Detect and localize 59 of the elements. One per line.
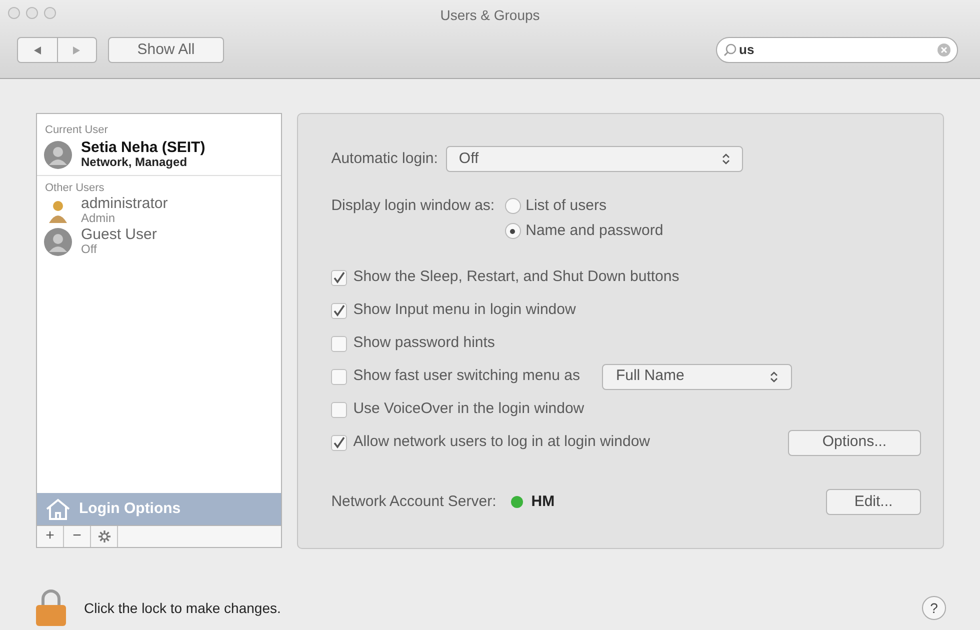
checkbox[interactable] bbox=[331, 270, 348, 286]
checkbox-label: Show fast user switching menu as bbox=[353, 366, 580, 386]
checkbox[interactable] bbox=[331, 336, 348, 352]
user-item[interactable]: Setia Neha (SEIT) Network, Managed bbox=[37, 138, 212, 170]
checkbox-label: Show the Sleep, Restart, and Shut Down buttons bbox=[353, 267, 680, 288]
radio-button[interactable] bbox=[504, 223, 521, 239]
server-name: HM bbox=[531, 492, 555, 512]
edit-button[interactable]: Edit... bbox=[826, 489, 921, 515]
checkbox[interactable] bbox=[331, 368, 348, 384]
checkbox[interactable] bbox=[331, 402, 348, 418]
options-button[interactable]: Options... bbox=[788, 430, 921, 456]
automatic-login-popup[interactable]: Off bbox=[446, 146, 743, 172]
show-all-button[interactable]: Show All bbox=[108, 37, 224, 63]
minimize-window-button[interactable] bbox=[26, 7, 38, 19]
zoom-window-button[interactable] bbox=[44, 7, 56, 19]
back-button[interactable] bbox=[17, 37, 58, 63]
user-name: Setia Neha (SEIT) bbox=[81, 140, 206, 154]
user-item[interactable]: administrator Admin bbox=[37, 196, 174, 226]
back-icon bbox=[32, 46, 42, 54]
checkbox[interactable] bbox=[331, 302, 348, 318]
radio-label: Name and password bbox=[526, 221, 664, 241]
user-detail: Off bbox=[81, 242, 98, 256]
radio-label: List of users bbox=[526, 196, 606, 216]
list-button[interactable]: − bbox=[64, 526, 91, 547]
help-button[interactable]: ? bbox=[922, 596, 946, 620]
gear-icon bbox=[98, 530, 110, 543]
user-name: administrator bbox=[81, 197, 168, 211]
forward-button[interactable] bbox=[58, 37, 97, 63]
checkbox-label: Allow network users to log in at login window bbox=[353, 432, 650, 452]
lock-message: Click the lock to make changes. bbox=[84, 598, 281, 618]
user-detail: Network, Managed bbox=[81, 154, 188, 168]
checkbox-label: Show password hints bbox=[353, 333, 495, 354]
user-name: Guest User bbox=[81, 228, 157, 242]
display-login-label: Display login window as: bbox=[331, 196, 495, 216]
list-button[interactable]: + bbox=[37, 526, 64, 547]
section-heading: Current User bbox=[44, 123, 109, 138]
user-figure-icon bbox=[46, 198, 70, 224]
house-icon bbox=[45, 498, 71, 520]
user-switching-popup[interactable]: Full Name bbox=[602, 364, 792, 390]
user-detail: Admin bbox=[81, 211, 116, 225]
close-window-button[interactable] bbox=[8, 7, 20, 19]
automatic-login-label: Automatic login: bbox=[331, 148, 438, 169]
popup-arrows-icon bbox=[722, 153, 730, 165]
window-title: Users & Groups bbox=[440, 7, 540, 23]
radio-button[interactable] bbox=[504, 198, 521, 214]
checkbox-label: Show Input menu in login window bbox=[353, 300, 576, 320]
forward-icon bbox=[72, 46, 82, 54]
user-item[interactable]: Guest User Off bbox=[37, 226, 163, 258]
avatar-icon bbox=[43, 227, 73, 257]
network-server-label: Network Account Server: bbox=[331, 492, 496, 512]
checkbox-label: Use VoiceOver in the login window bbox=[353, 399, 584, 420]
search-field[interactable]: us bbox=[716, 37, 958, 63]
popup-arrows-icon bbox=[770, 370, 778, 382]
avatar-icon bbox=[43, 140, 73, 170]
search-icon bbox=[723, 43, 737, 57]
section-heading: Other Users bbox=[44, 180, 106, 196]
clear-icon[interactable] bbox=[937, 43, 951, 57]
checkbox[interactable] bbox=[331, 434, 348, 450]
padlock-icon bbox=[34, 589, 68, 627]
